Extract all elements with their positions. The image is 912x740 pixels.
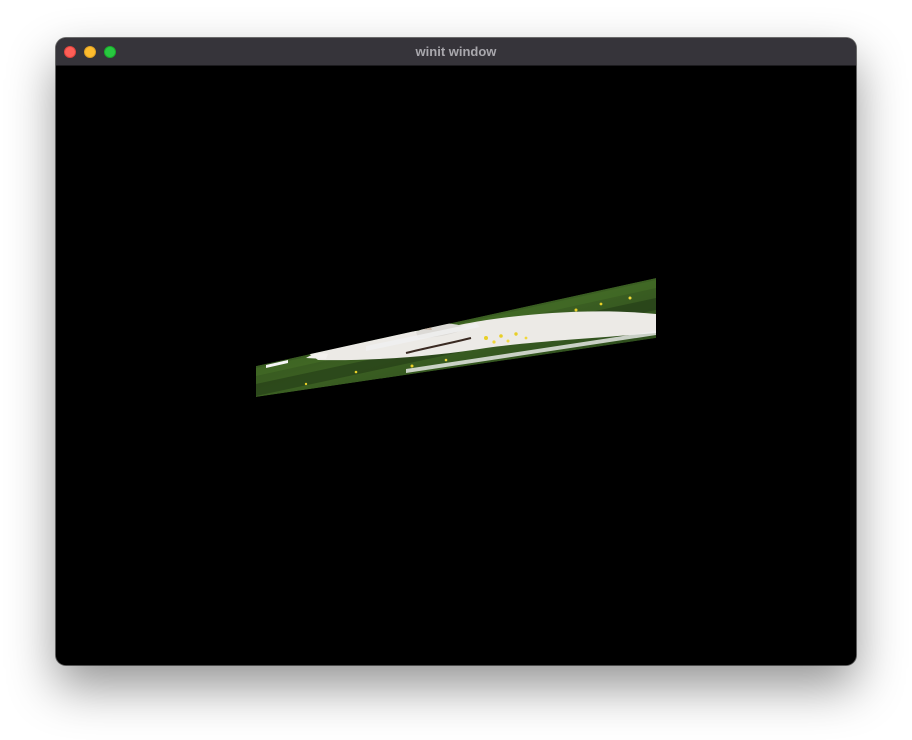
flower bbox=[484, 336, 488, 340]
rendered-texture bbox=[256, 278, 656, 397]
flower bbox=[354, 370, 358, 374]
flower bbox=[499, 334, 503, 338]
textured-quad bbox=[256, 278, 656, 397]
flower bbox=[444, 358, 448, 362]
flower bbox=[514, 332, 518, 336]
dog-ear bbox=[418, 322, 432, 330]
flower bbox=[628, 296, 632, 300]
flower bbox=[304, 382, 308, 386]
dog-paw bbox=[306, 353, 328, 359]
flower bbox=[524, 336, 528, 340]
flower bbox=[599, 302, 603, 306]
flower bbox=[410, 364, 414, 368]
flower bbox=[574, 308, 578, 312]
flower bbox=[492, 340, 496, 344]
window-title: winit window bbox=[415, 44, 497, 59]
flower bbox=[506, 339, 510, 343]
title-bar[interactable]: winit window bbox=[56, 38, 856, 66]
render-surface[interactable] bbox=[56, 66, 856, 665]
app-window: winit window bbox=[56, 38, 856, 665]
